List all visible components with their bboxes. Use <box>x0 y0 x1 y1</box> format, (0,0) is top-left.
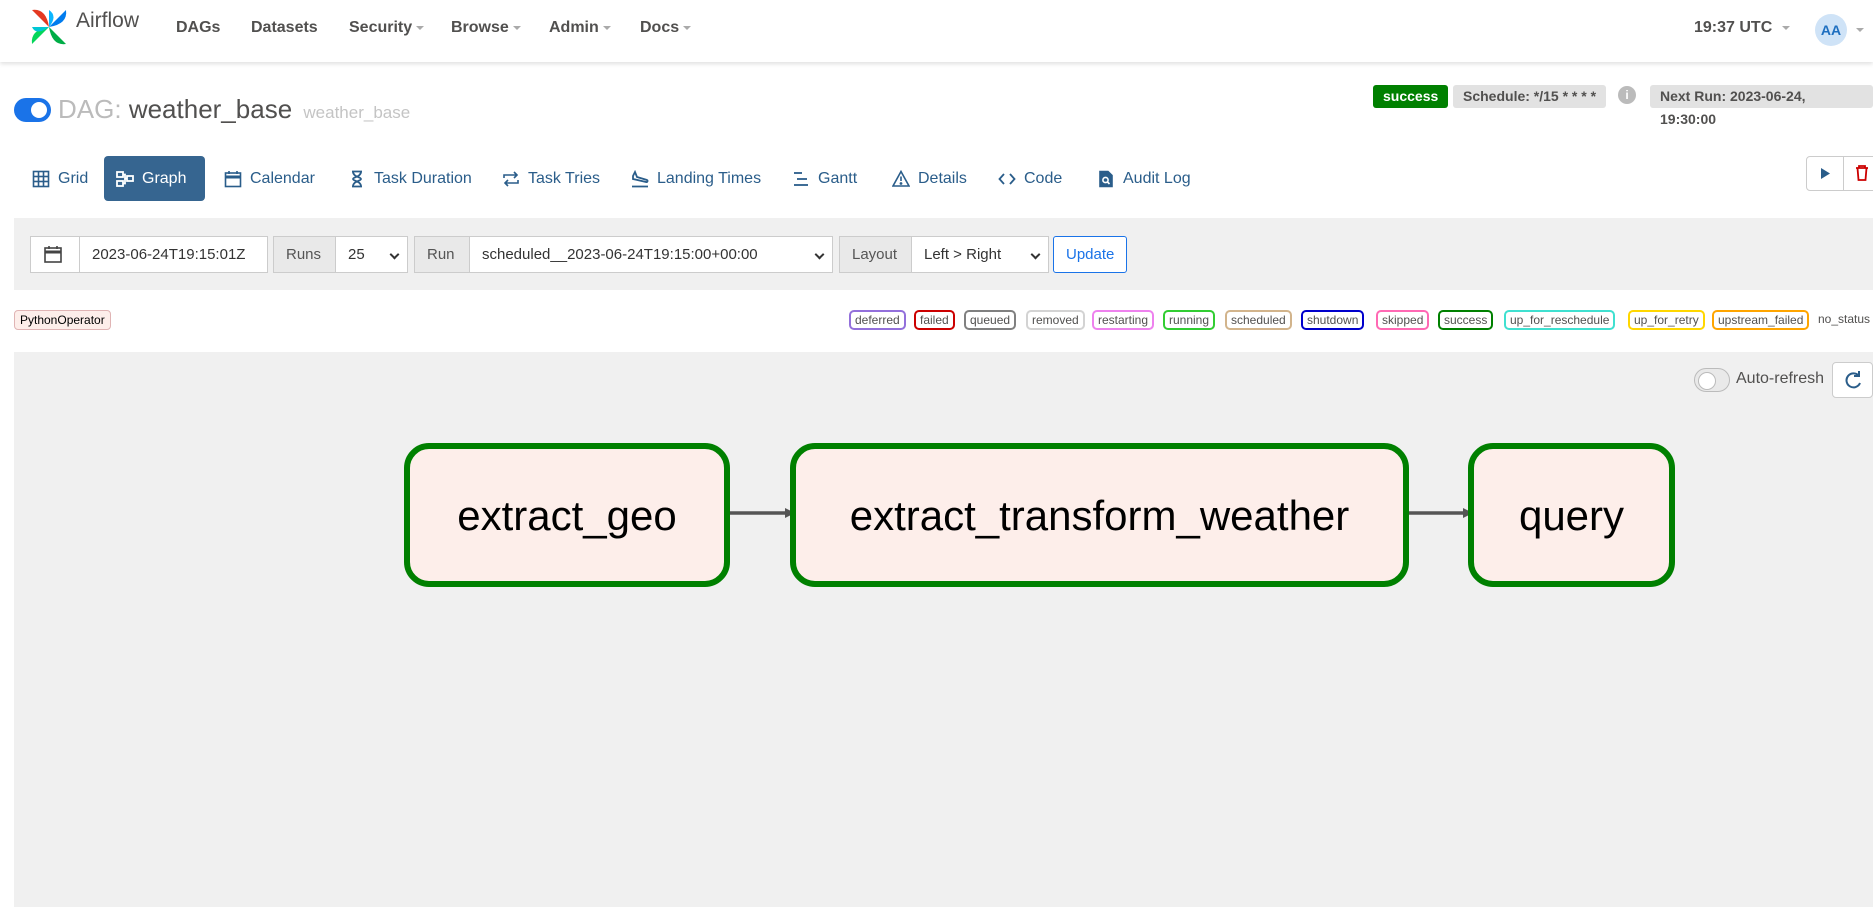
nav-docs[interactable]: Docs <box>640 19 692 37</box>
task-node-extract-transform-weather[interactable]: extract_transform_weather <box>790 443 1409 587</box>
chevron-down-icon <box>602 25 611 30</box>
app-name: Airflow <box>76 9 140 32</box>
chevron-down-icon <box>416 25 425 30</box>
task-node-label: extract_transform_weather <box>850 492 1350 539</box>
nav-security-label: Security <box>349 19 413 36</box>
clock-label: 19:37 UTC <box>1694 19 1773 36</box>
dag-graph: extract_geo extract_transform_weather quer… <box>404 443 1675 587</box>
airflow-pinwheel-icon <box>31 9 67 45</box>
airflow-logo[interactable]: Airflow <box>28 6 139 48</box>
chevron-down-icon <box>1782 25 1791 30</box>
task-node-extract-geo[interactable]: extract_geo <box>404 443 730 587</box>
top-navbar: Airflow DAGs Datasets Security Browse Ad… <box>0 0 1873 62</box>
nav-datasets-label: Datasets <box>251 19 318 36</box>
timezone-clock[interactable]: 19:37 UTC <box>1694 19 1791 37</box>
task-node-label: query <box>1519 492 1624 539</box>
chevron-down-icon <box>683 25 692 30</box>
nav-browse-label: Browse <box>451 19 509 36</box>
nav-dags[interactable]: DAGs <box>176 19 220 37</box>
nav-browse[interactable]: Browse <box>451 19 521 37</box>
nav-security[interactable]: Security <box>349 19 425 37</box>
nav-dags-label: DAGs <box>176 19 221 36</box>
nav-datasets[interactable]: Datasets <box>251 19 318 37</box>
chevron-down-icon[interactable] <box>1856 28 1864 32</box>
task-node-query[interactable]: query <box>1468 443 1675 587</box>
nav-admin-label: Admin <box>549 19 599 36</box>
nav-admin[interactable]: Admin <box>549 19 611 37</box>
chevron-down-icon <box>512 25 521 30</box>
nav-docs-label: Docs <box>640 19 680 36</box>
user-avatar[interactable]: AA <box>1815 14 1847 46</box>
task-node-label: extract_geo <box>457 492 676 539</box>
